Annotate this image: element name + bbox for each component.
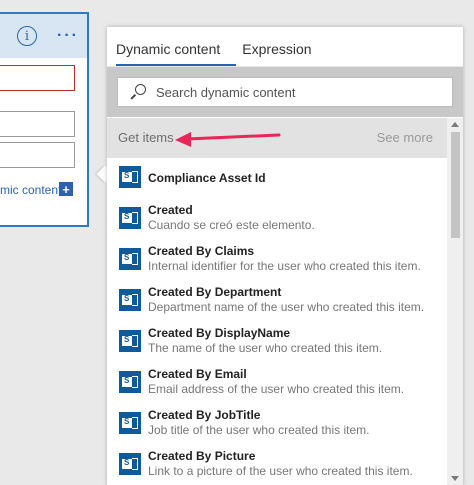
item-description: Department name of the user who created … <box>148 300 425 314</box>
scroll-down-icon[interactable] <box>451 476 459 481</box>
item-title: Created By Email <box>148 367 247 381</box>
tab-expression[interactable]: Expression <box>242 27 311 66</box>
list-item[interactable]: Created Cuando se creó este elemento. <box>107 199 447 240</box>
list-item[interactable]: Created By Claims Internal identifier fo… <box>107 240 447 281</box>
sharepoint-icon <box>119 453 141 475</box>
search-area: Search dynamic content <box>107 67 463 117</box>
tab-dynamic-content[interactable]: Dynamic content <box>116 27 237 66</box>
search-icon <box>130 84 146 100</box>
field-input-3[interactable] <box>0 142 75 168</box>
sharepoint-icon <box>119 371 141 393</box>
item-description: Link to a picture of the user who create… <box>148 464 413 478</box>
arrow-left-icon <box>175 132 281 147</box>
panel-tabs: Dynamic content Expression <box>107 27 463 67</box>
item-title: Created By JobTitle <box>148 408 261 422</box>
list-item[interactable]: Compliance Asset Id <box>107 158 447 199</box>
field-input-2[interactable] <box>0 111 75 137</box>
sharepoint-icon <box>119 289 141 311</box>
search-input[interactable]: Search dynamic content <box>117 77 453 107</box>
item-title: Created By DisplayName <box>148 326 291 340</box>
list-item[interactable]: Created By DisplayName The name of the u… <box>107 322 447 363</box>
more-options-icon[interactable]: ··· <box>57 27 79 45</box>
see-more-link[interactable]: See more <box>377 130 433 145</box>
group-title: Get items <box>118 130 174 145</box>
list-item[interactable]: Created By Department Department name of… <box>107 281 447 322</box>
action-card: i ··· mic content + <box>0 12 89 227</box>
info-icon[interactable]: i <box>17 26 37 46</box>
item-description: Job title of the user who created this i… <box>148 423 370 437</box>
item-title: Created <box>148 203 193 217</box>
sharepoint-icon <box>119 412 141 434</box>
list-item[interactable]: Created By Picture Link to a picture of … <box>107 445 447 485</box>
sharepoint-icon <box>119 248 141 270</box>
card-header: i ··· <box>0 14 87 58</box>
item-title: Created By Claims <box>148 244 255 258</box>
sharepoint-icon <box>119 166 141 188</box>
scroll-thumb[interactable] <box>451 132 460 238</box>
search-placeholder: Search dynamic content <box>156 84 296 100</box>
add-dynamic-content-link[interactable]: mic content <box>0 183 61 197</box>
list-item[interactable]: Created By Email Email address of the us… <box>107 363 447 404</box>
scrollbar[interactable] <box>447 118 463 485</box>
item-description: Cuando se creó este elemento. <box>148 218 315 232</box>
sharepoint-icon <box>119 330 141 352</box>
item-title: Created By Department <box>148 285 282 299</box>
add-dynamic-content-plus-icon[interactable]: + <box>59 182 73 196</box>
required-field-input[interactable] <box>0 65 75 91</box>
dynamic-content-list: Compliance Asset Id Created Cuando se cr… <box>107 158 447 485</box>
scroll-up-icon[interactable] <box>451 122 459 127</box>
item-description: Internal identifier for the user who cre… <box>148 259 421 273</box>
dynamic-content-panel: Dynamic content Expression Search dynami… <box>107 27 463 485</box>
sharepoint-icon <box>119 207 141 229</box>
item-description: The name of the user who created this it… <box>148 341 383 355</box>
group-header: Get items See more <box>107 118 447 158</box>
list-item[interactable]: Created By JobTitle Job title of the use… <box>107 404 447 445</box>
item-title: Created By Picture <box>148 449 256 463</box>
item-description: Email address of the user who created th… <box>148 382 405 396</box>
item-title: Compliance Asset Id <box>148 171 266 185</box>
